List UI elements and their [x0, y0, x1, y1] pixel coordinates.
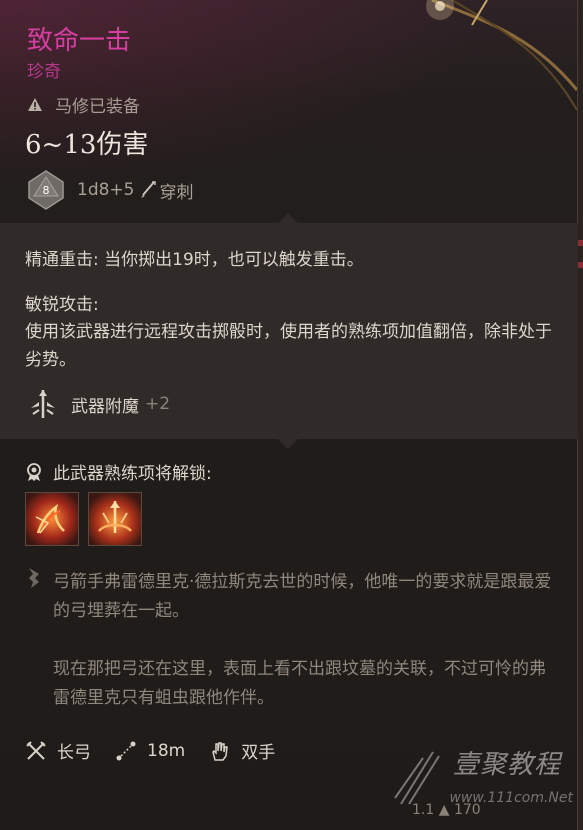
flame-bow-action-icon: [26, 493, 78, 545]
damage-range: 6~13伤害: [25, 130, 149, 160]
watermark: 壹聚教程 www.111com.Net: [393, 744, 573, 820]
watermark-url: www.111com.Net: [449, 790, 573, 806]
watermark-slash-logo: [394, 751, 440, 805]
keen-attack-description: 使用该武器进行远程攻击掷骰时，使用者的熟练项加值翻倍，除非处于劣势。: [25, 322, 552, 370]
damage-dice-row: 8 1d8+5 穿刺: [27, 170, 193, 210]
watermark-brand: 壹聚教程: [452, 750, 561, 780]
frame-edge: [578, 0, 583, 830]
piercing-icon: [141, 181, 157, 198]
weapon-range: 18m: [147, 740, 186, 761]
frame-bead: [578, 240, 583, 246]
lore-paragraph-1: 弓箭手弗雷德里克·德拉斯克去世的时候，他唯一的要求就是跟最爱的弓埋葬在一起。: [53, 572, 552, 621]
medal-icon: [27, 462, 41, 481]
enchantment-icon: [31, 390, 55, 418]
keen-attack-title: 敏锐攻击:: [25, 295, 99, 315]
lore-paragraph-2: 现在那把弓还在这里，表面上看不出跟坟墓的关联，不过可怜的弗雷德里克只有蛆虫跟他作…: [53, 659, 546, 708]
arrow-burst-action-icon: [89, 493, 141, 545]
weapon-type: 长弓: [57, 743, 91, 763]
equipped-status: 马修已装备: [27, 92, 140, 117]
enchantment-label: 武器附魔: [71, 396, 139, 417]
item-tooltip: 致命一击 珍奇 马修已装备 6~13伤害 8 1d8+5 穿刺 精通重击: 当你…: [0, 0, 578, 830]
crossed-swords-icon: [26, 740, 46, 760]
handedness: 双手: [241, 743, 276, 763]
unlocked-action-1[interactable]: [25, 492, 79, 546]
mastery-crit-text: 精通重击: 当你掷出19时，也可以触发重击。: [25, 250, 364, 270]
enchantment-bonus: +2: [145, 394, 171, 414]
d8-die-icon: 8: [28, 170, 64, 210]
damage-roll: 1d8+5: [77, 180, 135, 200]
hand-icon: [212, 741, 229, 761]
die-face-label: 8: [43, 184, 50, 197]
weapon-footer: 长弓 18m 双手: [25, 738, 275, 763]
proficiency-unlock-row: 此武器熟练项将解锁:: [25, 459, 212, 484]
range-icon: [116, 741, 136, 760]
damage-type: 穿刺: [159, 182, 194, 203]
lore-text: 弓箭手弗雷德里克·德拉斯克去世的时候，他唯一的要求就是跟最爱的弓埋葬在一起。 现…: [53, 568, 553, 713]
frame-bead: [578, 262, 583, 268]
unlocked-action-2[interactable]: [88, 492, 142, 546]
warning-icon: [28, 97, 42, 111]
item-rarity: 珍奇: [27, 62, 61, 82]
equipped-by-text: 马修已装备: [55, 97, 140, 117]
weapon-enchantment: 武器附魔 +2: [27, 388, 170, 420]
ornament-decoration: [426, 0, 577, 111]
proficiency-unlock-label: 此武器熟练项将解锁:: [53, 464, 212, 484]
quill-icon: [29, 568, 39, 588]
item-name: 致命一击: [27, 26, 132, 56]
